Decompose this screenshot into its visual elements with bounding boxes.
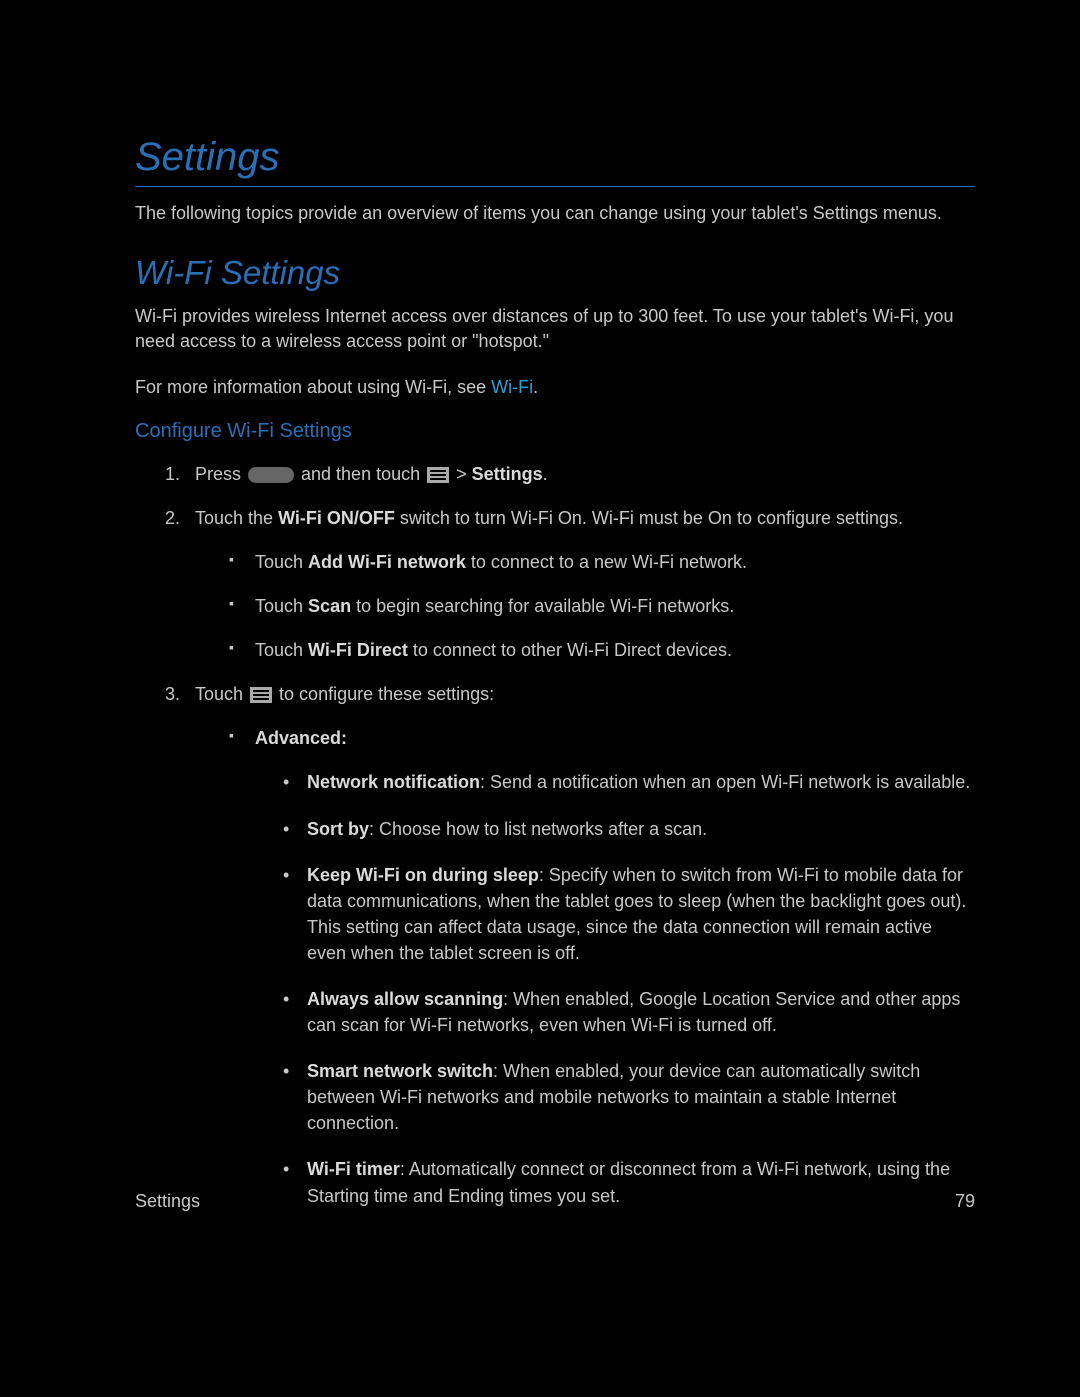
adv-c-bold: Keep Wi-Fi on during sleep	[307, 865, 539, 885]
wifi-link[interactable]: Wi-Fi	[491, 377, 533, 397]
steps-list: Press and then touch > Settings. Touch t…	[135, 461, 975, 1209]
page-footer: Settings 79	[135, 1191, 975, 1212]
intro-paragraph: The following topics provide an overview…	[135, 201, 975, 226]
step-1: Press and then touch > Settings.	[165, 461, 975, 487]
step-2-pre: Touch the	[195, 508, 278, 528]
step-1-gt: >	[451, 464, 472, 484]
step-2: Touch the Wi-Fi ON/OFF switch to turn Wi…	[165, 505, 975, 663]
step-2a: Touch Add Wi-Fi network to connect to a …	[229, 549, 975, 575]
home-key-icon	[248, 467, 294, 483]
menu-icon	[250, 687, 272, 703]
step-2-bold: Wi-Fi ON/OFF	[278, 508, 395, 528]
step-2a-post: to connect to a new Wi-Fi network.	[466, 552, 747, 572]
adv-sort-by: Sort by: Choose how to list networks aft…	[283, 816, 975, 842]
title-rule	[135, 186, 975, 187]
step-3-sublist: Advanced: Network notification: Send a n…	[195, 725, 975, 1208]
step-1-mid: and then touch	[296, 464, 425, 484]
step-2b-post: to begin searching for available Wi-Fi n…	[351, 596, 734, 616]
adv-b-bold: Sort by	[307, 819, 369, 839]
step-2-sublist: Touch Add Wi-Fi network to connect to a …	[195, 549, 975, 663]
step-2b-bold: Scan	[308, 596, 351, 616]
step-1-post: .	[543, 464, 548, 484]
adv-b-post: : Choose how to list networks after a sc…	[369, 819, 707, 839]
wifi-para-2-pre: For more information about using Wi-Fi, …	[135, 377, 491, 397]
adv-f-bold: Wi-Fi timer	[307, 1159, 400, 1179]
adv-allow-scanning: Always allow scanning: When enabled, Goo…	[283, 986, 975, 1038]
step-3-post: to configure these settings:	[274, 684, 494, 704]
wifi-para-1: Wi-Fi provides wireless Internet access …	[135, 304, 975, 354]
step-2c: Touch Wi-Fi Direct to connect to other W…	[229, 637, 975, 663]
step-2c-pre: Touch	[255, 640, 308, 660]
wifi-para-2: For more information about using Wi-Fi, …	[135, 375, 975, 400]
step-2c-bold: Wi-Fi Direct	[308, 640, 408, 660]
step-3: Touch to configure these settings: Advan…	[165, 681, 975, 1208]
step-2b-pre: Touch	[255, 596, 308, 616]
step-2a-pre: Touch	[255, 552, 308, 572]
wifi-settings-heading: Wi-Fi Settings	[135, 254, 975, 292]
advanced-item: Advanced: Network notification: Send a n…	[229, 725, 975, 1208]
menu-icon	[427, 467, 449, 483]
adv-a-bold: Network notification	[307, 772, 480, 792]
footer-page-number: 79	[955, 1191, 975, 1212]
step-3-pre: Touch	[195, 684, 248, 704]
step-2c-post: to connect to other Wi-Fi Direct devices…	[408, 640, 732, 660]
step-1-settings: Settings	[472, 464, 543, 484]
step-1-pre: Press	[195, 464, 246, 484]
adv-e-bold: Smart network switch	[307, 1061, 493, 1081]
step-2a-bold: Add Wi-Fi network	[308, 552, 466, 572]
adv-a-post: : Send a notification when an open Wi-Fi…	[480, 772, 970, 792]
configure-wifi-heading: Configure Wi-Fi Settings	[135, 420, 975, 443]
advanced-list: Network notification: Send a notificatio…	[255, 769, 975, 1208]
page-title: Settings	[135, 135, 975, 180]
advanced-label: Advanced:	[255, 728, 347, 748]
adv-smart-network-switch: Smart network switch: When enabled, your…	[283, 1058, 975, 1136]
wifi-para-2-post: .	[533, 377, 538, 397]
adv-keep-wifi-sleep: Keep Wi-Fi on during sleep: Specify when…	[283, 862, 975, 966]
adv-d-bold: Always allow scanning	[307, 989, 503, 1009]
step-2-post: switch to turn Wi-Fi On. Wi-Fi must be O…	[395, 508, 903, 528]
footer-section: Settings	[135, 1191, 200, 1212]
page-content: Settings The following topics provide an…	[0, 0, 1080, 1209]
adv-network-notification: Network notification: Send a notificatio…	[283, 769, 975, 795]
step-2b: Touch Scan to begin searching for availa…	[229, 593, 975, 619]
